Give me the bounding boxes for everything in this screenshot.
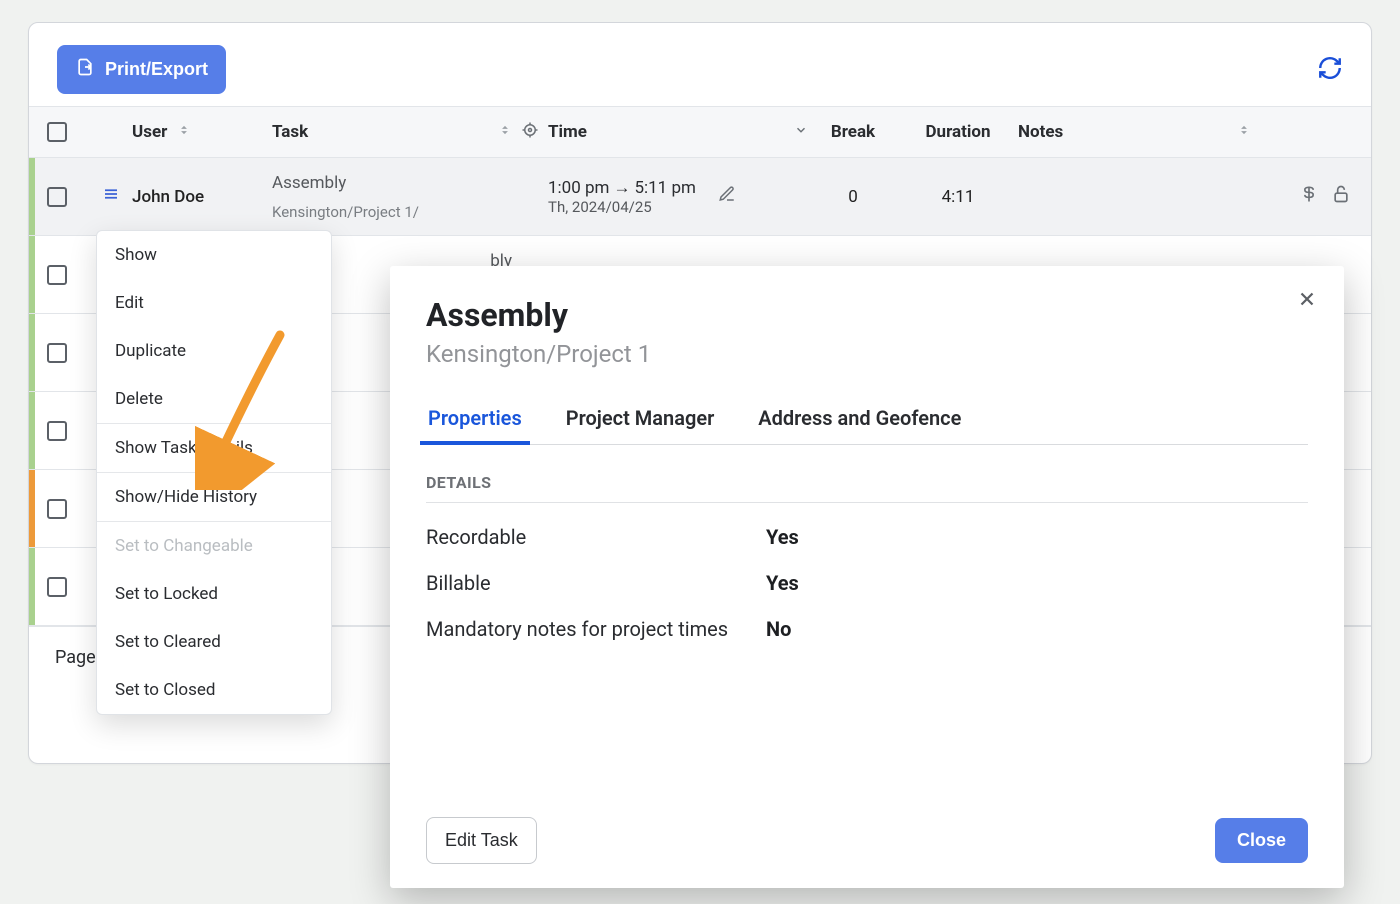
date: Th, 2024/04/25 <box>548 198 696 216</box>
row-checkbox[interactable] <box>47 343 67 363</box>
export-icon <box>75 57 95 82</box>
menu-set-locked[interactable]: Set to Locked <box>97 570 331 618</box>
menu-delete[interactable]: Delete <box>97 375 331 423</box>
break-value: 0 <box>848 187 858 207</box>
menu-show-hide-history[interactable]: Show/Hide History <box>97 473 331 521</box>
sort-icon <box>1237 122 1251 142</box>
recordable-label: Recordable <box>426 525 766 549</box>
column-task[interactable]: Task <box>272 122 512 142</box>
row-context-menu: Show Edit Duplicate Delete Show Task Det… <box>96 230 332 715</box>
column-user[interactable]: User <box>132 122 272 142</box>
menu-set-closed[interactable]: Set to Closed <box>97 666 331 714</box>
tab-properties[interactable]: Properties <box>426 398 524 444</box>
table-header: User Task Time Break Duration Notes <box>29 106 1371 158</box>
column-break[interactable]: Break <box>808 122 898 142</box>
recordable-value: Yes <box>766 525 799 549</box>
menu-show-task-details[interactable]: Show Task Details <box>97 424 331 472</box>
column-notes[interactable]: Notes <box>1018 122 1271 142</box>
modal-title: Assembly <box>426 296 1308 334</box>
unlocked-icon[interactable] <box>1331 184 1351 209</box>
menu-edit[interactable]: Edit <box>97 279 331 327</box>
column-duration-label: Duration <box>926 122 991 142</box>
column-user-label: User <box>132 122 167 142</box>
toolbar: Print/Export <box>29 23 1371 106</box>
select-all-checkbox[interactable] <box>47 122 67 142</box>
modal-tabs: Properties Project Manager Address and G… <box>426 398 1308 445</box>
menu-duplicate[interactable]: Duplicate <box>97 327 331 375</box>
menu-set-cleared[interactable]: Set to Cleared <box>97 618 331 666</box>
mandatory-notes-value: No <box>766 617 791 641</box>
tab-address-geofence[interactable]: Address and Geofence <box>756 398 963 444</box>
menu-set-changeable: Set to Changeable <box>97 522 331 570</box>
tab-project-manager[interactable]: Project Manager <box>564 398 717 444</box>
row-checkbox[interactable] <box>47 499 67 519</box>
column-task-label: Task <box>272 122 308 142</box>
row-checkbox[interactable] <box>47 265 67 285</box>
sort-icon <box>498 122 512 142</box>
row-menu-button[interactable] <box>102 185 120 208</box>
refresh-button[interactable] <box>1317 55 1343 85</box>
edit-task-button[interactable]: Edit Task <box>426 817 537 864</box>
duration-value: 4:11 <box>942 187 975 207</box>
modal-breadcrumb: Kensington/Project 1 <box>426 340 1308 368</box>
column-time[interactable]: Time <box>548 122 808 142</box>
user-name: John Doe <box>132 187 204 207</box>
task-title: Assembly <box>272 173 346 193</box>
row-checkbox[interactable] <box>47 421 67 441</box>
row-checkbox[interactable] <box>47 577 67 597</box>
billable-label: Billable <box>426 571 766 595</box>
mandatory-notes-label: Mandatory notes for project times <box>426 617 766 641</box>
billable-icon[interactable] <box>1299 184 1319 209</box>
table-row[interactable]: John Doe Assembly Kensington/Project 1/ … <box>29 158 1371 236</box>
menu-show[interactable]: Show <box>97 231 331 279</box>
column-break-label: Break <box>831 122 875 142</box>
row-checkbox[interactable] <box>47 187 67 207</box>
column-target[interactable] <box>512 121 548 144</box>
chevron-down-icon <box>794 122 808 142</box>
task-path: Kensington/Project 1/ <box>272 203 419 221</box>
print-export-button[interactable]: Print/Export <box>57 45 226 94</box>
column-time-label: Time <box>548 122 587 142</box>
task-details-modal: Assembly Kensington/Project 1 Properties… <box>390 266 1344 888</box>
column-notes-label: Notes <box>1018 122 1063 142</box>
section-details-label: DETAILS <box>426 473 1308 492</box>
print-export-label: Print/Export <box>105 59 208 80</box>
modal-close-button[interactable]: Close <box>1215 818 1308 863</box>
time-range: 1:00 pm→5:11 pm <box>548 178 696 198</box>
billable-value: Yes <box>766 571 799 595</box>
sort-icon <box>177 122 191 142</box>
edit-time-button[interactable] <box>706 185 736 208</box>
target-icon <box>521 121 539 144</box>
close-button[interactable] <box>1296 288 1318 314</box>
column-duration[interactable]: Duration <box>898 122 1018 142</box>
